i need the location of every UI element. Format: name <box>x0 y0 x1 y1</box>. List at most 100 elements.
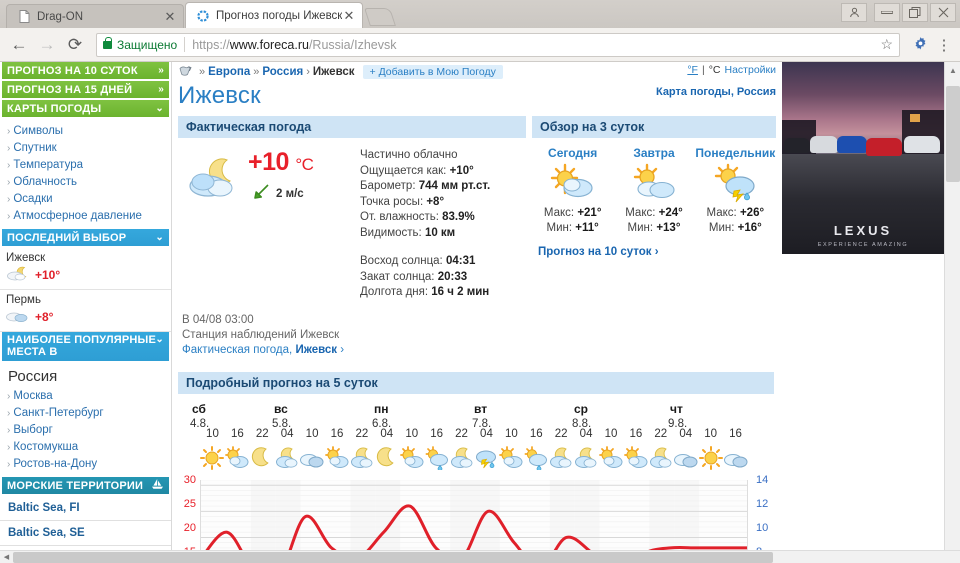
three-dot-menu-icon[interactable]: ⋮ <box>934 36 954 54</box>
reload-button[interactable]: ⟳ <box>62 32 88 58</box>
overview-day-today[interactable]: Сегодня Макс: +21° Мин: +11° <box>532 146 613 236</box>
sidebar-item-rostov-on-don[interactable]: › Ростов-на-Дону <box>6 456 171 473</box>
forecast-weekday: сб <box>192 401 206 416</box>
lexus-ad-banner[interactable]: LEXUS EXPERIENCE AMAZING <box>782 62 944 254</box>
browser-tab-2[interactable]: Прогноз погоды Ижевск ✕ <box>185 2 363 28</box>
sidebar-item-label: Санкт-Петербург <box>13 407 104 419</box>
scroll-up-arrow[interactable]: ▲ <box>945 62 960 78</box>
partly-cloudy-night-icon <box>182 148 248 301</box>
sidebar-item-forecast-15[interactable]: ПРОГНОЗ НА 15 ДНЕЙ » <box>2 81 169 98</box>
maximize-restore-button[interactable] <box>902 3 928 22</box>
sidebar-item-moscow[interactable]: › Москва <box>6 388 171 405</box>
unit-celsius-active[interactable]: °C <box>709 64 721 76</box>
sidebar-item-kostomuksha[interactable]: › Костомукша <box>6 439 171 456</box>
sidebar-item-label: Символы <box>13 125 64 137</box>
sidebar-item-forecast-10[interactable]: ПРОГНОЗ НА 10 СУТОК » <box>2 62 169 79</box>
forecast-hour: 10 <box>704 427 718 440</box>
detail-value: 20:33 <box>437 270 468 283</box>
detail-label: Видимость: <box>360 226 422 239</box>
scroll-thumb[interactable] <box>946 86 960 182</box>
extension-gear-icon[interactable] <box>908 36 932 54</box>
partly-cloudy-night-icon <box>275 446 299 470</box>
sidebar-item-cloudiness[interactable]: › Облачность <box>6 174 171 191</box>
page-horizontal-scrollbar[interactable]: ◀ <box>0 550 960 563</box>
recent-city-perm[interactable]: Пермь +8° <box>0 290 171 332</box>
browser-tab-1[interactable]: Drag-ON ✕ <box>6 4 184 28</box>
sidebar-item-pressure[interactable]: › Атмосферное давление <box>6 208 171 225</box>
day-name: Понедельник <box>695 146 776 160</box>
max-value: +24° <box>658 207 683 219</box>
max-temp: Макс: +26° <box>695 206 776 221</box>
sidebar-item-label: Выборг <box>13 424 53 436</box>
moon-icon <box>250 446 274 470</box>
ten-day-forecast-link[interactable]: Прогноз на 10 суток › <box>538 246 776 258</box>
panel-title: Подробный прогноз на 5 суток <box>178 371 774 394</box>
new-tab-button[interactable] <box>364 8 396 26</box>
sun-clouds-icon <box>613 160 694 206</box>
ad-ground <box>782 154 944 254</box>
caret-icon: › <box>7 177 11 188</box>
sidebar-item-symbols[interactable]: › Символы <box>6 123 171 140</box>
forward-button[interactable]: → <box>34 32 60 58</box>
sidebar-item-baltic-sea-se[interactable]: Baltic Sea, SE <box>0 521 171 546</box>
sidebar-item-baltic-sea-fi[interactable]: Baltic Sea, FI <box>0 496 171 521</box>
forecast-hour: 04 <box>579 427 593 440</box>
detail-label: Барометр: <box>360 180 416 192</box>
sidebar-header-recent[interactable]: ПОСЛЕДНИЙ ВЫБОР ⌄ <box>2 229 169 246</box>
caret-icon: › <box>7 194 11 205</box>
overview-day-tomorrow[interactable]: Завтра Макс: +24° Мин: +13° <box>613 146 694 236</box>
minimize-button[interactable] <box>874 3 900 22</box>
scroll-thumb-horizontal[interactable] <box>13 551 773 563</box>
address-bar[interactable]: Защищено https://www.foreca.ru/Russia/Iz… <box>96 32 900 57</box>
sidebar-header-popular[interactable]: НАИБОЛЕЕ ПОПУЛЯРНЫЕ МЕСТА В ⌄ <box>2 332 169 361</box>
top-panels: Фактическая погода +10 °C 2 м/с Частично… <box>178 116 778 358</box>
weather-map-russia-link[interactable]: Карта погоды, Россия <box>656 86 776 98</box>
breadcrumb: » Европа » Россия › Ижевск + Добавить в … <box>174 62 778 80</box>
sidebar-item-saint-petersburg[interactable]: › Санкт-Петербург <box>6 405 171 422</box>
sidebar-item-vyborg[interactable]: › Выборг <box>6 422 171 439</box>
sidebar-header-label: МОРСКИЕ ТЕРРИТОРИИ <box>7 479 144 492</box>
sidebar-header-sea-areas[interactable]: МОРСКИЕ ТЕРРИТОРИИ <box>2 477 169 494</box>
back-button[interactable]: ← <box>6 32 32 58</box>
max-value: +26° <box>739 207 765 219</box>
breadcrumb-europe[interactable]: Европа <box>208 66 250 78</box>
settings-link[interactable]: Настройки <box>725 64 777 76</box>
foreca-home-icon[interactable] <box>178 65 194 79</box>
sidebar-header-label: ПОСЛЕДНИЙ ВЫБОР <box>7 231 127 244</box>
sidebar-item-weather-maps[interactable]: КАРТЫ ПОГОДЫ ⌄ <box>2 100 169 117</box>
current-weather-link[interactable]: Фактическая погода, Ижевск › <box>182 344 344 356</box>
popular-country-name: Россия <box>8 368 58 385</box>
forecast-weekday: чт <box>670 401 683 416</box>
page-vertical-scrollbar[interactable]: ▲ <box>944 62 960 552</box>
panel-title: Обзор на 3 суток <box>532 116 776 138</box>
star-icon[interactable]: ☆ <box>880 36 893 53</box>
sidebar-item-satellite[interactable]: › Спутник <box>6 140 171 157</box>
cloudy-icon <box>300 446 324 470</box>
sun-thunderstorm-icon <box>695 160 776 206</box>
tab-close-icon[interactable]: ✕ <box>342 9 356 22</box>
sidebar-item-temperature[interactable]: › Температура <box>6 157 171 174</box>
close-button[interactable] <box>930 3 956 22</box>
sidebar-item-label: ПРОГНОЗ НА 10 СУТОК <box>7 64 138 77</box>
profile-icon[interactable] <box>841 3 867 22</box>
detail-label: От. влажность: <box>360 211 439 223</box>
unit-fahrenheit-link[interactable]: °F <box>687 64 698 76</box>
breadcrumb-russia[interactable]: Россия <box>262 66 303 78</box>
forecast-hour: 22 <box>455 427 468 440</box>
sidebar-item-precipitation[interactable]: › Осадки <box>6 191 171 208</box>
ad-car-black <box>784 138 810 153</box>
breadcrumb-sep: › <box>306 66 310 78</box>
condition-text: Частично облачно <box>360 149 458 161</box>
add-to-my-weather-button[interactable]: + Добавить в Мою Погоду <box>362 65 503 79</box>
recent-city-izhevsk[interactable]: Ижевск +10° <box>0 248 171 290</box>
min-value: +11° <box>575 222 599 234</box>
sun-cloud-icon <box>599 445 623 470</box>
overview-day-monday[interactable]: Понедельник Макс: +26° Мин: +16° <box>695 146 776 236</box>
current-temperature: +10 °C <box>248 148 314 177</box>
scroll-left-arrow[interactable]: ◀ <box>0 553 13 561</box>
day-name: Сегодня <box>548 146 598 160</box>
tab-close-icon[interactable]: ✕ <box>163 10 177 23</box>
detail-value: 83.9% <box>442 211 475 223</box>
ad-window-light <box>910 114 920 122</box>
caret-icon: › <box>7 442 11 453</box>
